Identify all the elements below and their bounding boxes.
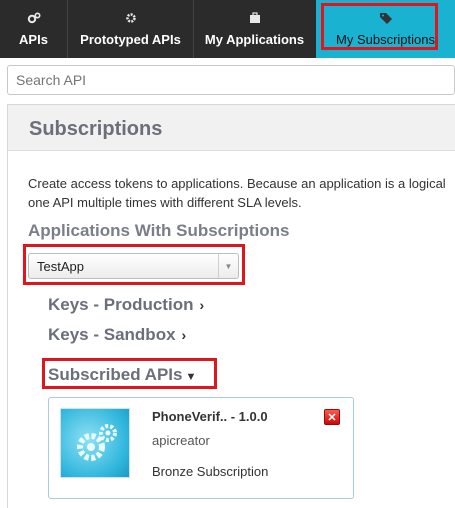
tab-my-subscriptions-label: My Subscriptions [336,31,435,47]
description-line-2: one API multiple times with different SL… [28,195,302,210]
briefcase-icon [249,11,261,27]
panel-header: Subscriptions [8,105,455,151]
keys-production-label: Keys - Production [48,295,194,314]
tab-prototyped-apis-label: Prototyped APIs [80,31,181,47]
tab-prototyped-apis[interactable]: Prototyped APIs [68,0,193,58]
tab-my-applications-label: My Applications [204,31,305,47]
chevron-down-icon: ▼ [185,371,197,383]
cogs-icon [27,11,41,27]
keys-production-link[interactable]: Keys - Production › [48,295,204,315]
tab-apis[interactable]: APIs [0,0,67,58]
cog-icon [125,12,137,27]
api-name[interactable]: PhoneVerif.. - 1.0.0 [152,409,268,424]
page-title: Subscriptions [29,118,163,140]
close-icon: ✕ [327,411,337,424]
subscribed-apis-toggle[interactable]: Subscribed APIs ▼ [48,365,196,385]
description-line-1: Create access tokens to applications. Be… [28,176,446,191]
keys-sandbox-label: Keys - Sandbox [48,325,176,344]
top-nav: APIs Prototyped APIs My Applications My … [0,0,455,58]
tab-my-applications[interactable]: My Applications [194,0,315,58]
tab-my-subscriptions[interactable]: My Subscriptions [316,0,455,58]
keys-sandbox-link[interactable]: Keys - Sandbox › [48,325,186,345]
unsubscribe-button[interactable]: ✕ [324,409,340,425]
tags-icon [379,12,393,27]
subscription-tier: Bronze Subscription [152,464,269,479]
subscribed-apis-label: Subscribed APIs [48,365,183,384]
description-text: Create access tokens to applications. Be… [28,174,455,212]
gears-icon [77,424,117,461]
search-input[interactable] [7,65,455,95]
chevron-right-icon: › [181,327,187,343]
applications-heading: Applications With Subscriptions [28,221,290,240]
dropdown-arrow-icon[interactable]: ▼ [218,254,238,278]
tab-apis-label: APIs [19,31,48,47]
subscribed-api-card: PhoneVerif.. - 1.0.0 apicreator Bronze S… [48,397,354,499]
application-select[interactable]: TestApp ▼ [28,253,239,279]
application-select-value: TestApp [37,259,84,274]
api-provider: apicreator [152,433,210,448]
chevron-right-icon: › [199,297,205,313]
api-thumbnail[interactable] [60,408,130,478]
